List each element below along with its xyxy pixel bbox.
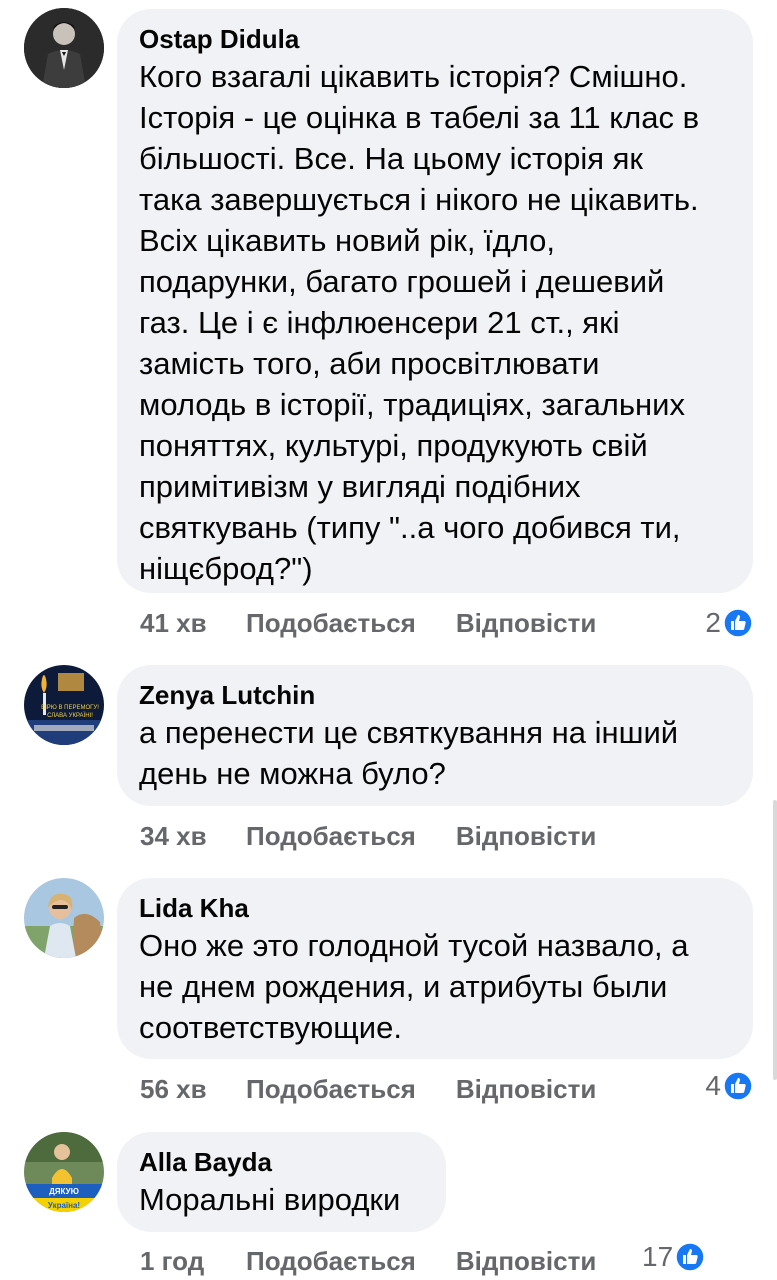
- reaction-number: 17: [642, 1241, 674, 1272]
- avatar[interactable]: ВІРЮ В ПЕРЕМОГУ! СЛАВА УКРАЇНІ!: [24, 665, 104, 745]
- reaction-count[interactable]: 4: [705, 1066, 753, 1106]
- comment-bubble: Alla Bayda Моральні виродки: [117, 1132, 446, 1232]
- avatar-caption-2: СЛАВА УКРАЇНІ!: [47, 712, 93, 719]
- comment-timestamp[interactable]: 56 хв: [140, 1074, 246, 1105]
- comment-timestamp[interactable]: 1 год: [140, 1246, 246, 1277]
- avatar[interactable]: ДЯКУЮ Україна!: [24, 1132, 104, 1212]
- avatar-caption-2: Україна!: [48, 1201, 80, 1210]
- comment-actions: 41 хв Подобається Відповісти: [140, 603, 596, 643]
- avatar-image: ВІРЮ В ПЕРЕМОГУ! СЛАВА УКРАЇНІ!: [24, 665, 104, 745]
- reply-button[interactable]: Відповісти: [456, 1074, 596, 1105]
- scrollbar[interactable]: [773, 800, 777, 1080]
- comment-timestamp[interactable]: 41 хв: [140, 608, 246, 639]
- like-icon: [675, 1242, 705, 1272]
- like-button[interactable]: Подобається: [246, 608, 416, 639]
- reaction-count[interactable]: 2: [705, 603, 753, 643]
- comment-actions: 1 год Подобається Відповісти: [140, 1241, 596, 1280]
- like-icon: [723, 608, 753, 638]
- reply-button[interactable]: Відповісти: [456, 608, 596, 639]
- avatar-caption-1: ВІРЮ В ПЕРЕМОГУ!: [41, 705, 99, 711]
- avatar-image: ДЯКУЮ Україна!: [24, 1132, 104, 1212]
- comment-actions: 34 хв Подобається Відповісти: [140, 816, 596, 856]
- comment-timestamp[interactable]: 34 хв: [140, 821, 246, 852]
- avatar[interactable]: [24, 8, 104, 88]
- comment-author[interactable]: Zenya Lutchin: [139, 679, 731, 711]
- comment-text: Кого взагалі цікавить історія? Смішно. І…: [139, 59, 700, 586]
- reaction-count[interactable]: 17: [642, 1237, 705, 1277]
- like-button[interactable]: Подобається: [246, 1074, 416, 1105]
- avatar[interactable]: [24, 878, 104, 958]
- like-button[interactable]: Подобається: [246, 1246, 416, 1277]
- comment-text: а перенести це святкування на інший день…: [139, 715, 679, 791]
- avatar-image: [24, 878, 104, 958]
- comment-actions: 56 хв Подобається Відповісти: [140, 1069, 596, 1109]
- comment-text: Оно же это голодной тусой назвало, а не …: [139, 928, 689, 1045]
- like-icon: [723, 1071, 753, 1101]
- comment-bubble: Ostap Didula Кого взагалі цікавить істор…: [117, 9, 753, 593]
- avatar-caption-1: ДЯКУЮ: [49, 1187, 79, 1196]
- comment-author[interactable]: Alla Bayda: [139, 1146, 424, 1178]
- reply-button[interactable]: Відповісти: [456, 1246, 596, 1277]
- reaction-number: 4: [705, 1070, 721, 1101]
- comment-author[interactable]: Lida Kha: [139, 892, 731, 924]
- comment-bubble: Zenya Lutchin а перенести це святкування…: [117, 665, 753, 806]
- reaction-number: 2: [705, 607, 721, 638]
- reply-button[interactable]: Відповісти: [456, 821, 596, 852]
- avatar-image: [24, 8, 104, 88]
- like-button[interactable]: Подобається: [246, 821, 416, 852]
- comment-author[interactable]: Ostap Didula: [139, 23, 731, 55]
- comment-bubble: Lida Kha Оно же это голодной тусой назва…: [117, 878, 753, 1059]
- comments-thread: Ostap Didula Кого взагалі цікавить істор…: [0, 0, 777, 1280]
- comment-text: Моральні виродки: [139, 1182, 401, 1217]
